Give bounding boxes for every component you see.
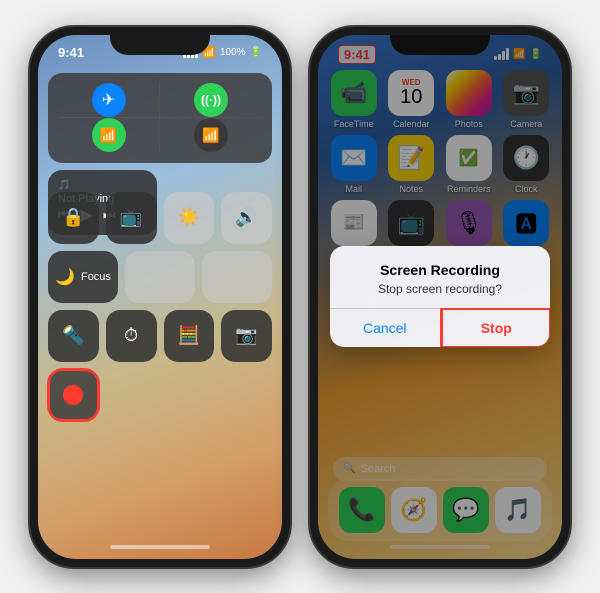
calculator-icon: 🧮	[178, 325, 200, 346]
airplane-icon: ✈	[102, 90, 115, 110]
volume-cell[interactable]: 🔊	[221, 192, 272, 244]
home-indicator	[110, 545, 210, 549]
orientation-lock[interactable]: 🔒	[48, 192, 99, 244]
timer-icon: ⏱	[124, 325, 138, 346]
stop-recording-dialog: Screen Recording Stop screen recording? …	[330, 246, 550, 347]
camera-icon: 📷	[235, 325, 257, 346]
focus-label: Focus	[81, 271, 111, 283]
record-dot-icon	[63, 385, 83, 405]
dialog-content: Screen Recording Stop screen recording?	[330, 246, 550, 296]
brightness-cell[interactable]: ☀️	[164, 192, 215, 244]
dialog-title: Screen Recording	[346, 262, 534, 278]
now-playing-sublabel: 🎵	[58, 180, 147, 191]
airplane-cell[interactable]: ✈	[58, 83, 160, 118]
focus-cell[interactable]: 🌙 Focus	[48, 251, 118, 303]
status-time: 9:41	[58, 45, 84, 60]
battery-icon: 🔋	[250, 47, 262, 58]
flashlight-icon: 🔦	[62, 325, 84, 346]
record-button[interactable]	[48, 369, 99, 421]
left-phone: 9:41 📶 100% 🔋	[30, 27, 290, 567]
network-block: ✈ ((·)) 📶	[48, 73, 272, 163]
volume-slider[interactable]	[202, 251, 272, 303]
brightness-icon: ☀️	[178, 207, 200, 228]
wifi-control-icon: 📶	[100, 127, 117, 144]
moon-icon: 🌙	[55, 267, 75, 287]
apple-music-icon: 🎵	[58, 180, 71, 191]
bluetooth-icon: 📶	[202, 127, 219, 144]
cellular-cell[interactable]: ((·))	[160, 83, 262, 118]
stop-button-wrapper: Stop	[441, 309, 551, 347]
volume-icon: 🔊	[235, 207, 257, 228]
timer-cell[interactable]: ⏱	[106, 310, 157, 362]
battery-label: 100%	[220, 47, 246, 58]
dialog-message: Stop screen recording?	[346, 282, 534, 296]
dialog-overlay: Screen Recording Stop screen recording? …	[318, 35, 562, 559]
cancel-button[interactable]: Cancel	[330, 309, 441, 347]
cellular-icon: ((·))	[201, 93, 221, 107]
calculator-cell[interactable]: 🧮	[164, 310, 215, 362]
screen-mirror[interactable]: 📺	[106, 192, 157, 244]
camera-cell[interactable]: 📷	[221, 310, 272, 362]
wifi-cell[interactable]: 📶	[58, 118, 160, 153]
right-phone: 9:41 📶 🔋 📹 FaceTime WED	[310, 27, 570, 567]
left-screen: 9:41 📶 100% 🔋	[38, 35, 282, 559]
bluetooth-cell[interactable]: 📶	[160, 118, 262, 153]
dialog-buttons: Cancel Stop	[330, 308, 550, 347]
right-screen: 9:41 📶 🔋 📹 FaceTime WED	[318, 35, 562, 559]
flashlight-cell[interactable]: 🔦	[48, 310, 99, 362]
stop-button[interactable]: Stop	[441, 309, 551, 347]
brightness-slider[interactable]	[125, 251, 195, 303]
notch	[110, 27, 210, 55]
